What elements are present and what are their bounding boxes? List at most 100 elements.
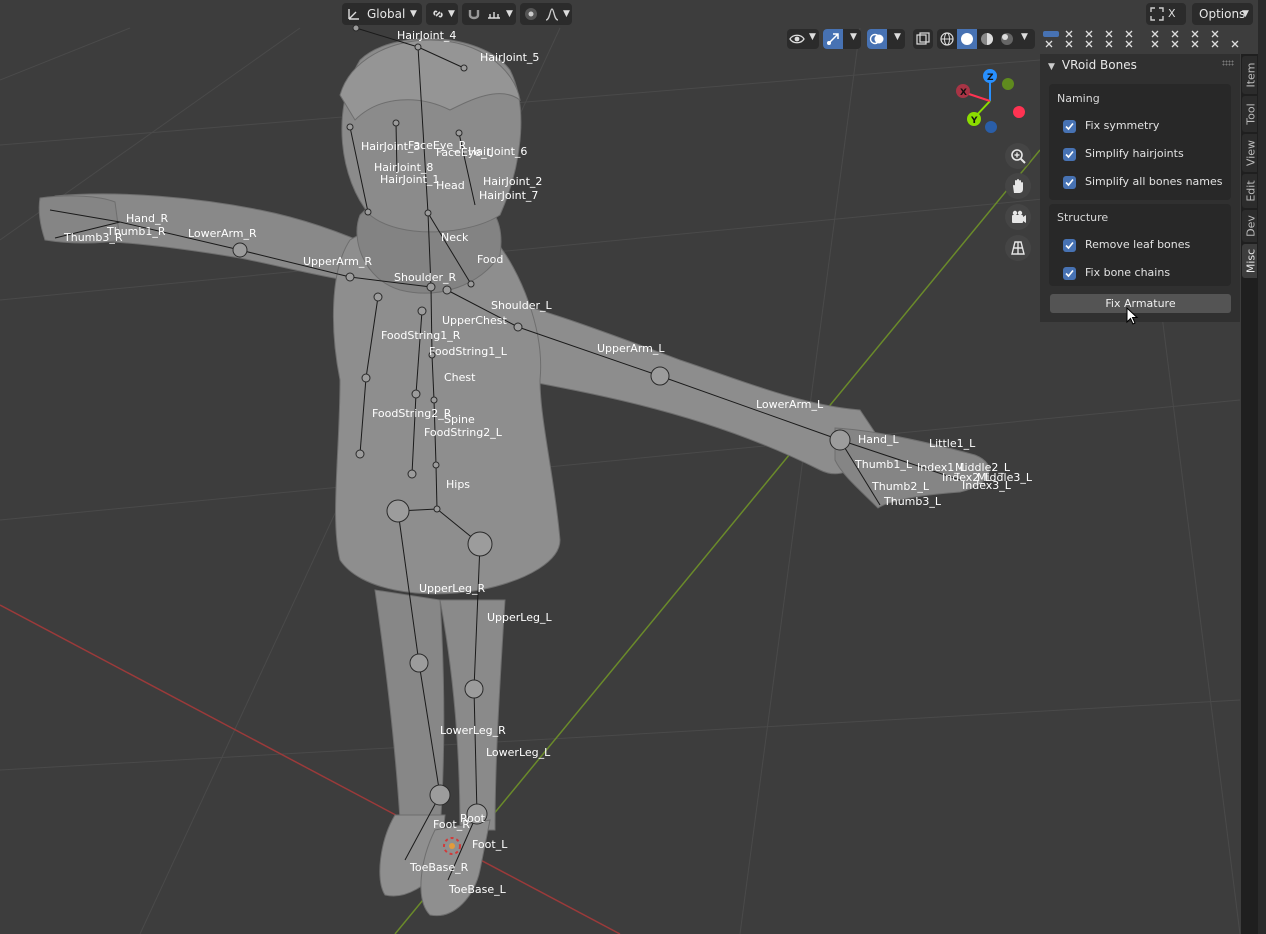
tab-dev-label: Dev [1244,215,1258,237]
bone-label-thumb1-l: Thumb1_L [854,458,913,471]
gizmo-toggle[interactable]: ▼ [823,29,861,49]
chevron-down-icon: ▼ [563,9,570,19]
material-shading-icon [981,33,993,45]
tab-misc-label: Misc [1244,248,1258,274]
chevron-down-icon: ▼ [506,9,513,19]
tab-view-label: View [1244,139,1258,167]
wireframe-shading-icon [940,32,954,46]
bone-label-hand-r: Hand_R [126,212,168,225]
visibility-dropdown[interactable]: ▼ [787,29,819,49]
bone-label-thumb2-l: Thumb2_L [871,480,930,493]
tab-tool[interactable]: Tool [1242,96,1258,132]
bone-label-little1-l: Little1_L [929,437,976,450]
bone-label-chest: Chest [444,371,476,384]
checkbox-checked-icon[interactable] [1063,239,1076,252]
gizmo-y-label: Y [970,116,978,126]
bone-label-hand-l: Hand_L [858,433,899,446]
grid-icon [1011,241,1025,255]
checkbox-checked-icon[interactable] [1063,148,1076,161]
chevron-down-icon: ▼ [894,32,901,42]
proportional-editing[interactable]: ▼ [520,3,572,25]
eye-icon [789,34,805,44]
bone-layer-toggles[interactable] [1040,28,1240,50]
fullscreen-icon [1150,7,1164,21]
naming-section: Naming Fix symmetry Simplify hairjoints … [1049,84,1231,200]
options-dropdown[interactable]: Options ▼ [1192,3,1253,25]
bone-label-upperchest: UpperChest [442,314,507,327]
vroid-bones-panel: ▼ VRoid Bones Naming Fix symmetry Simplif… [1040,54,1240,322]
tab-view[interactable]: View [1242,134,1258,172]
pivot-icon [433,10,443,18]
camera-icon [1012,210,1026,223]
xray-icon [916,32,930,45]
bone-label-toebase-l: ToeBase_L [448,883,507,896]
bone-label-neck: Neck [441,231,469,244]
bone-label-hairjoint5: HairJoint_5 [480,51,539,64]
bone-label-upperarm-r: UpperArm_R [303,255,372,268]
panel-title: VRoid Bones [1061,58,1137,72]
structure-section: Structure Remove leaf bones Fix bone cha… [1049,204,1231,286]
tab-edit[interactable]: Edit [1242,174,1258,208]
bone-label-foodstring1-r: FoodString1_R [381,329,461,342]
fix-symmetry-label: Fix symmetry [1085,119,1160,132]
hand-icon [1013,178,1023,193]
bone-label-hairjoint4: HairJoint_4 [397,29,456,42]
sidebar-tabs: Item Tool View Edit Dev Misc [1241,54,1258,934]
chevron-down-icon: ▼ [809,32,816,42]
panel-header[interactable]: ▼ VRoid Bones [1048,58,1137,72]
pan-button[interactable] [1005,173,1031,199]
tab-item[interactable]: Item [1242,56,1258,94]
bone-label-upperleg-l: UpperLeg_L [487,611,552,624]
simplify-hairjoints-label: Simplify hairjoints [1085,147,1184,160]
overlays-toggle[interactable]: ▼ [867,29,905,49]
bone-label-lowerleg-l: LowerLeg_L [486,746,551,759]
zoom-button[interactable] [1005,143,1031,169]
mouse-cursor-icon [1126,307,1139,325]
bone-label-hairjoint7: HairJoint_7 [479,189,538,202]
checkbox-checked-icon[interactable] [1063,176,1076,189]
bone-label-foodstring1-l: FoodString1_L [429,345,508,358]
tab-item-label: Item [1244,62,1258,88]
bone-label-upperleg-r: UpperLeg_R [419,582,485,595]
gizmo-settings[interactable]: X [1146,3,1186,25]
perspective-toggle-button[interactable] [1005,235,1031,261]
bone-label-foodstring2-l: FoodString2_L [424,426,503,439]
orientation-icon [348,9,359,20]
chevron-down-icon: ▼ [410,9,417,19]
simplify-bone-names-label: Simplify all bones names [1085,175,1223,188]
snapping-controls[interactable]: ▼ [462,3,516,25]
tab-dev[interactable]: Dev [1242,210,1258,242]
drag-handle-icon[interactable] [1222,60,1234,66]
collapse-triangle-icon[interactable]: ▼ [1048,62,1055,72]
checkbox-checked-icon[interactable] [1063,267,1076,280]
close-button[interactable]: X [1168,3,1182,25]
x-axis-line [0,604,621,934]
character-mesh[interactable] [38,38,990,917]
structure-heading: Structure [1057,211,1109,224]
shading-mode-group[interactable]: ▼ [937,29,1035,49]
bone-label-lowerarm-r: LowerArm_R [188,227,257,240]
chevron-down-icon: ▼ [850,32,857,42]
snap-increment-icon [488,12,500,19]
remove-leaf-bones-label: Remove leaf bones [1085,238,1191,251]
bone-label-hairjoint1: HairJoint_1 [380,173,439,186]
tab-tool-label: Tool [1244,103,1258,125]
bone-label-toebase-r: ToeBase_R [409,861,469,874]
bone-label-shoulder-l: Shoulder_L [491,299,552,312]
fix-bone-chains-label: Fix bone chains [1085,266,1171,279]
navigation-gizmo[interactable]: Z Y X [956,69,1025,133]
fix-armature-button[interactable]: Fix Armature [1050,294,1231,313]
gizmo-x-label: X [960,88,967,98]
tab-misc[interactable]: Misc [1242,244,1258,278]
pivot-point-dropdown[interactable]: ▼ [426,3,458,25]
window-edge [1258,0,1266,934]
xray-toggle[interactable] [913,29,933,49]
bone-label-thumb3-l: Thumb3_L [883,495,942,508]
bone-label-foot-l: Foot_L [472,838,508,851]
checkbox-checked-icon[interactable] [1063,120,1076,133]
orientation-label: Global [367,7,406,21]
camera-view-button[interactable] [1005,204,1031,230]
transform-orientation-dropdown[interactable]: Global ▼ [342,3,422,25]
bone-label-hairjoint6: HairJoint_6 [468,145,527,158]
proportional-edit-icon [525,8,537,20]
